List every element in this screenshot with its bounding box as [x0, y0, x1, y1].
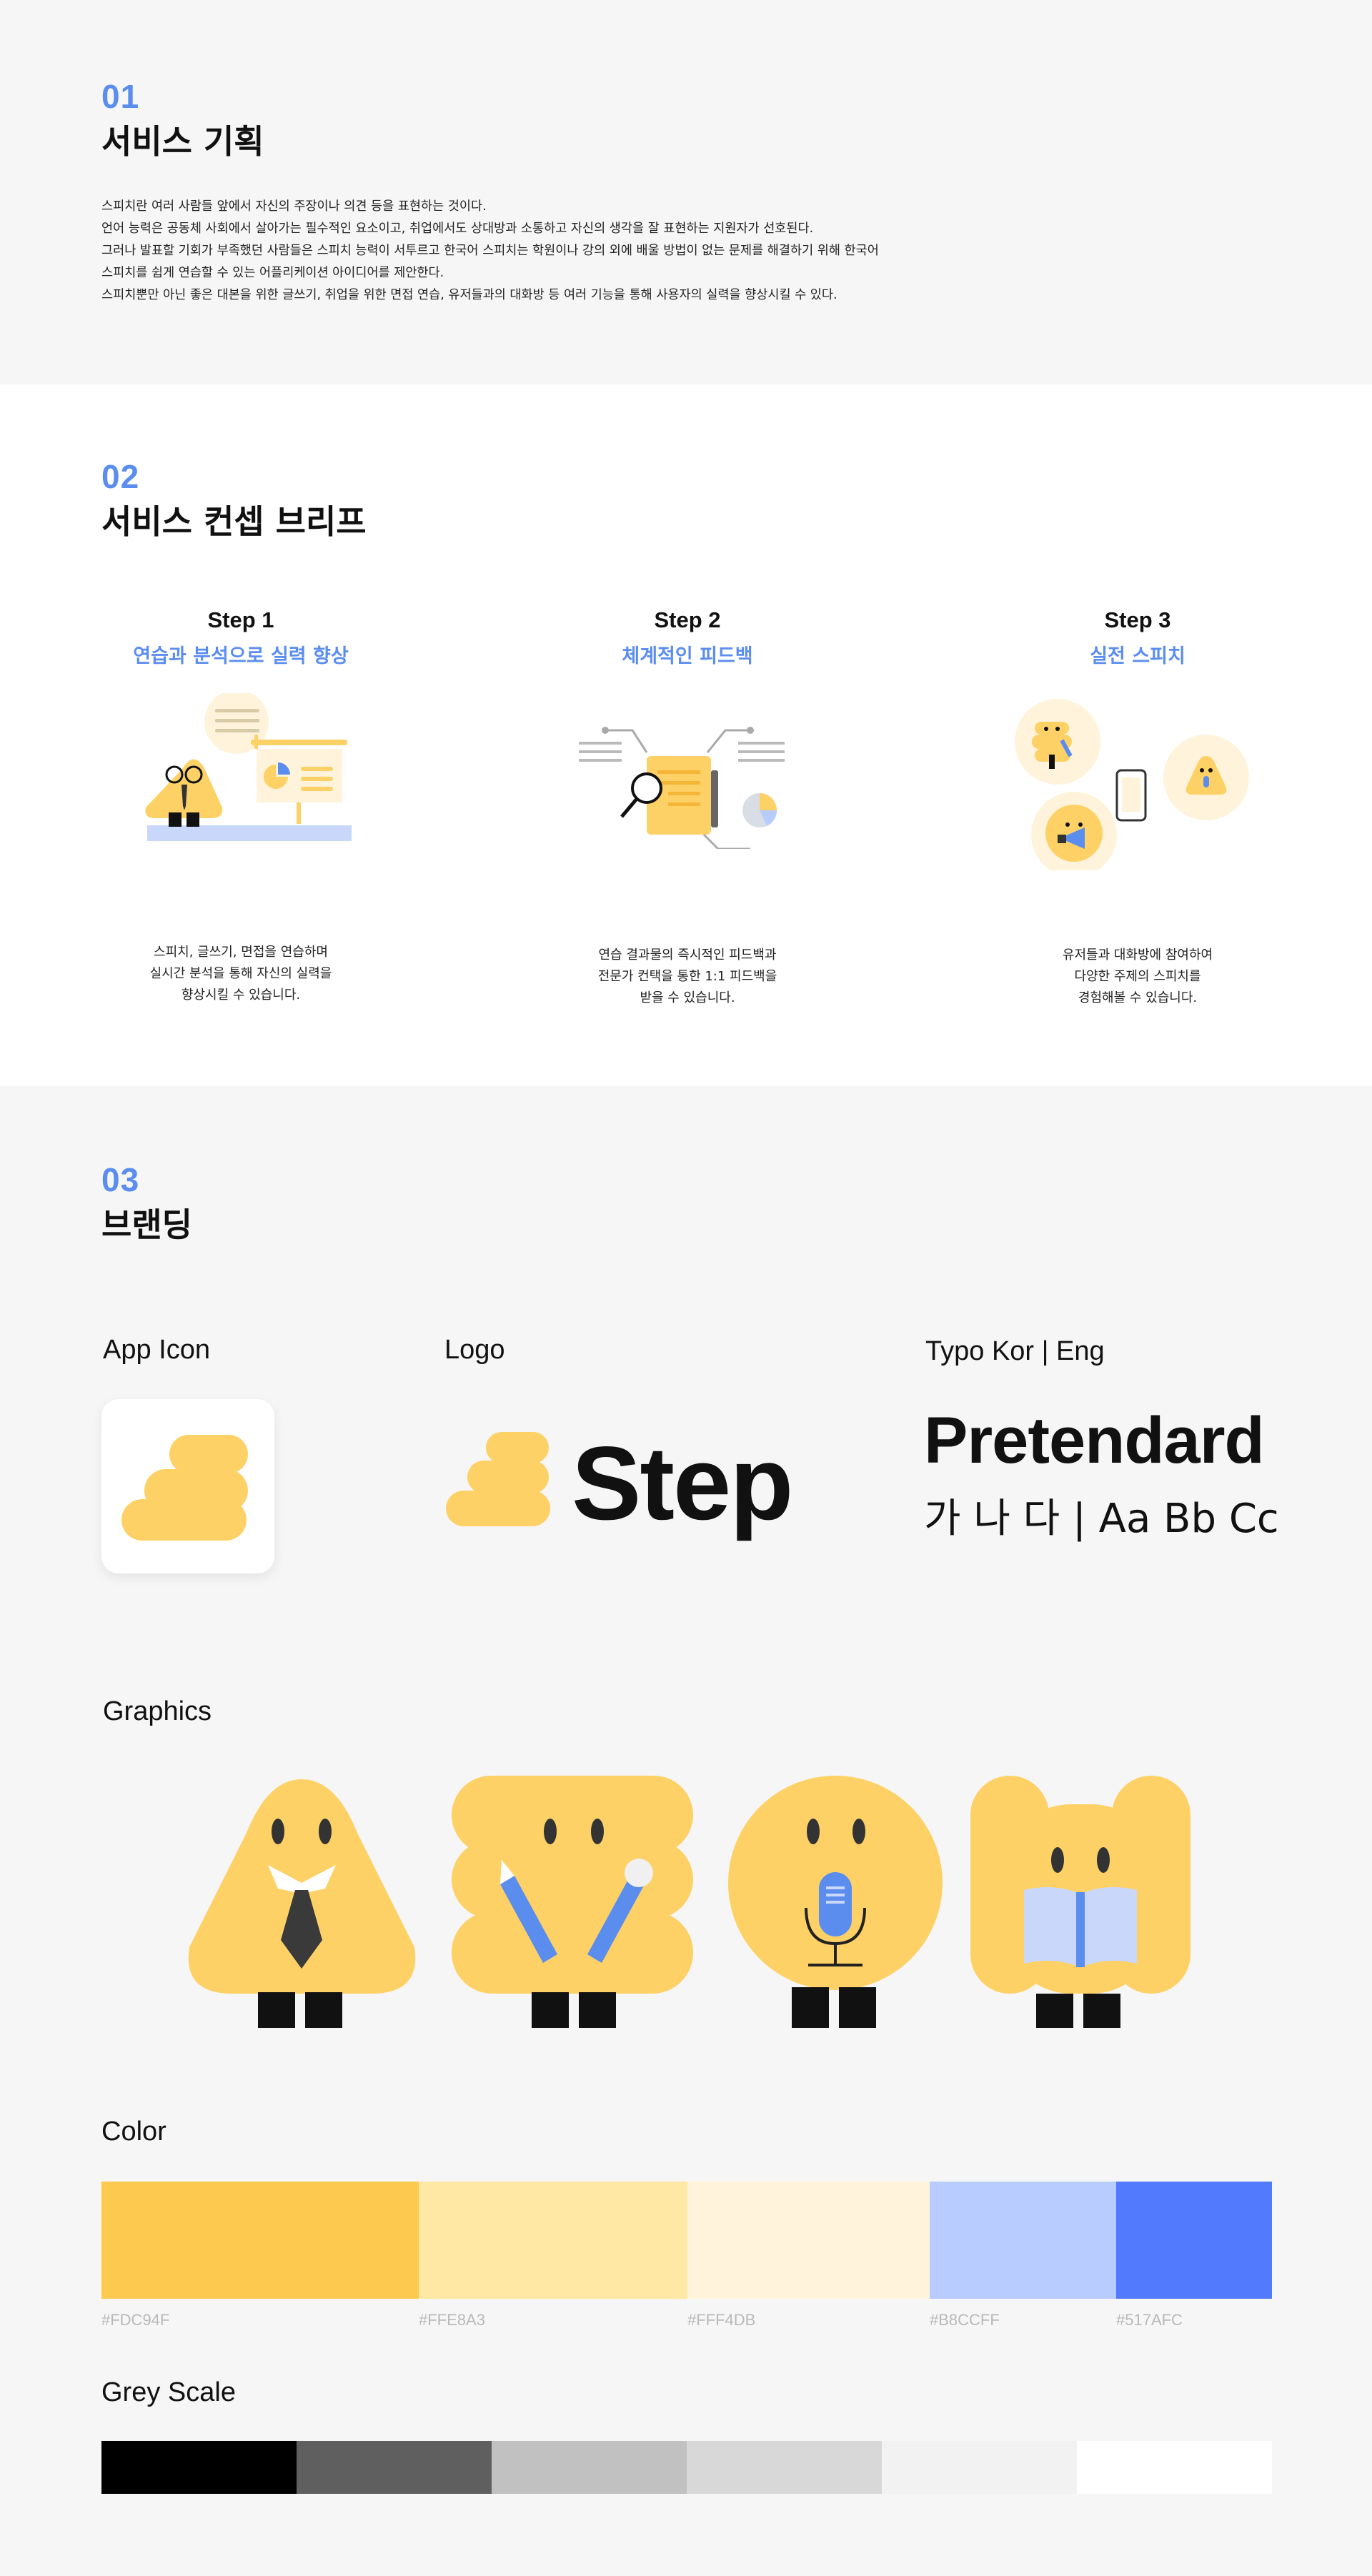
desc-line: 받을 수 있습니다.: [640, 990, 735, 1005]
grey-scale-label: Grey Scale: [101, 2377, 236, 2407]
section-service-planning: 01 서비스 기획 스피치란 여러 사람들 앞에서 자신의 주장이나 의견 등을…: [0, 0, 1372, 384]
desc-line: 연습 결과물의 즉시적인 피드백과: [598, 948, 777, 963]
grey-swatch: [1077, 2441, 1272, 2494]
step-2-heading: Step 2 체계적인 피드백: [537, 607, 837, 668]
color-palette: [101, 2182, 1272, 2299]
character-circle-mic: [728, 1776, 943, 2028]
grey-swatch: [492, 2441, 687, 2494]
step-1-description: 스피치, 글쓰기, 면접을 연습하며 실시간 분석을 통해 자신의 실력을 향상…: [91, 942, 391, 1006]
desc-line: 스피치를 쉽게 연습할 수 있는 어플리케이션 아이디어를 제안한다.: [101, 266, 444, 280]
color-swatch: [101, 2182, 419, 2299]
step-3-illustration: [1015, 699, 1249, 870]
color-hex-label: #B8CCFF: [930, 2311, 1000, 2329]
desc-line: 향상시킬 수 있습니다.: [181, 988, 301, 1003]
desc-line: 유저들과 대화방에 참여하여: [1062, 948, 1213, 963]
desc-line: 스피치, 글쓰기, 면접을 연습하며: [154, 945, 328, 960]
typography-sample: 가 나 다 | Aa Bb Cc: [924, 1496, 1279, 1542]
step-title: Step 2: [654, 607, 721, 632]
logo-label: Logo: [444, 1335, 505, 1365]
desc-line: 전문가 컨택을 통한 1:1 피드백을: [597, 969, 777, 984]
character-cloud-pencils: [452, 1776, 693, 2028]
section-number: 03: [101, 1161, 140, 1198]
section-title: 서비스 기획: [101, 122, 264, 161]
section-title: 서비스 컨셉 브리프: [101, 502, 367, 541]
step-2-description: 연습 결과물의 즉시적인 피드백과 전문가 컨택을 통한 1:1 피드백을 받을…: [537, 945, 837, 1009]
color-swatch: [419, 2182, 687, 2299]
step-3-heading: Step 3 실전 스피치: [988, 607, 1288, 668]
step-title: Step 3: [1104, 607, 1171, 632]
cloud-logo-icon: [446, 1432, 550, 1526]
step-subtitle: 실전 스피치: [1090, 645, 1185, 667]
character-triangle-tie: [188, 1779, 416, 2028]
desc-line: 그러나 발표할 기회가 부족했던 사람들은 스피치 능력이 서투르고 한국어 스…: [101, 244, 879, 258]
step-3-description: 유저들과 대화방에 참여하여 다양한 주제의 스피치를 경험해볼 수 있습니다.: [988, 945, 1288, 1009]
desc-line: 언어 능력은 공동체 사회에서 살아가는 필수적인 요소이고, 취업에서도 상대…: [101, 222, 814, 236]
typography-font-name: Pretendard: [924, 1404, 1265, 1477]
logo-wordmark: Step: [572, 1425, 793, 1541]
section-concept-brief: 02 서비스 컨셉 브리프 Step 1 연습과 분석으로 실력 향상 스피치,…: [0, 384, 1372, 1086]
color-hex-label: #FDC94F: [101, 2311, 170, 2329]
desc-line: 스피치란 여러 사람들 앞에서 자신의 주장이나 의견 등을 표현하는 것이다.: [101, 199, 487, 214]
typo-label: Typo Kor | Eng: [925, 1336, 1105, 1366]
grey-swatch: [101, 2441, 297, 2494]
desc-line: 경험해볼 수 있습니다.: [1078, 990, 1198, 1005]
grey-swatch: [687, 2441, 882, 2494]
color-swatch: [687, 2182, 930, 2299]
desc-line: 다양한 주제의 스피치를: [1074, 969, 1201, 984]
step-subtitle: 체계적인 피드백: [622, 645, 753, 667]
section-title: 브랜딩: [101, 1205, 192, 1244]
step-title: Step 1: [207, 607, 274, 632]
desc-line: 실시간 분석을 통해 자신의 실력을: [149, 966, 332, 981]
step-2-illustration: [579, 727, 785, 849]
cloud-logo-icon: [121, 1435, 248, 1541]
section-number: 01: [101, 78, 140, 115]
grey-scale-palette: [101, 2441, 1272, 2494]
color-hex-label: #FFE8A3: [419, 2311, 485, 2329]
color-label: Color: [101, 2117, 166, 2147]
app-icon: [101, 1399, 274, 1573]
color-swatch: [930, 2182, 1116, 2299]
step-subtitle: 연습과 분석으로 실력 향상: [133, 645, 349, 667]
grey-swatch: [297, 2441, 492, 2494]
planning-description: 스피치란 여러 사람들 앞에서 자신의 주장이나 의견 등을 표현하는 것이다.…: [101, 196, 988, 307]
character-book-reader: [970, 1776, 1190, 2028]
section-number: 02: [101, 458, 140, 495]
app-icon-label: App Icon: [103, 1335, 210, 1365]
step-1-heading: Step 1 연습과 분석으로 실력 향상: [91, 607, 391, 668]
step-1-illustration: [145, 693, 352, 841]
color-hex-label: #517AFC: [1116, 2311, 1183, 2329]
grey-swatch: [882, 2441, 1077, 2494]
desc-line: 스피치뿐만 아닌 좋은 대본을 위한 글쓰기, 취업을 위한 면접 연습, 유저…: [101, 288, 837, 302]
graphics-label: Graphics: [103, 1696, 212, 1726]
color-hex-label: #FFF4DB: [687, 2311, 756, 2329]
color-swatch: [1116, 2182, 1272, 2299]
